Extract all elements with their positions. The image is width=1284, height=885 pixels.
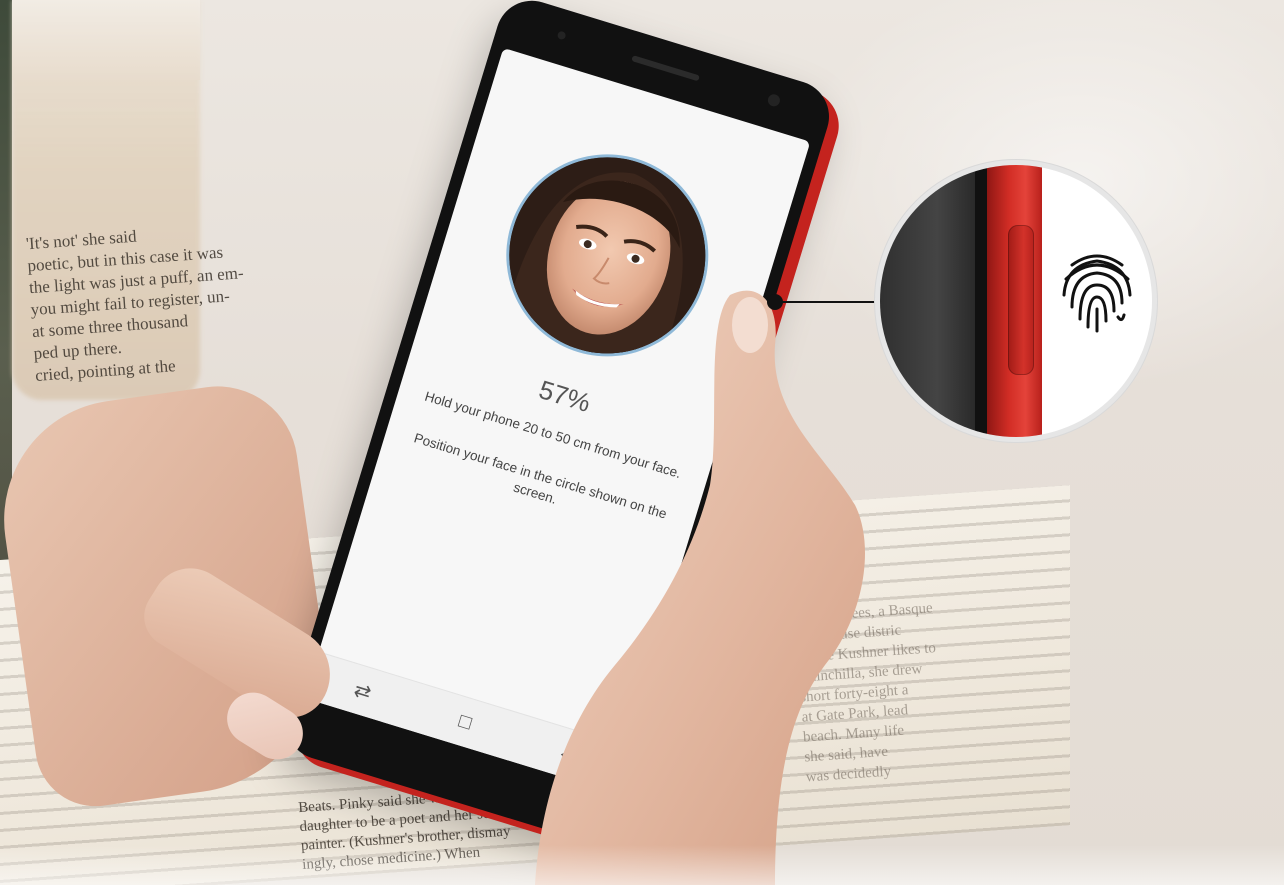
right-hand <box>535 290 865 885</box>
fingerprint-sensor-zoom <box>880 165 1152 437</box>
photo-background: 'It's not' she said poetic, but in this … <box>0 0 1284 885</box>
earpiece-speaker <box>631 55 700 82</box>
callout-pointer-line <box>782 301 882 303</box>
phone-side-body <box>880 165 975 437</box>
callout-pointer-dot <box>767 294 783 310</box>
fingerprint-icon <box>1062 254 1132 333</box>
home-icon[interactable]: □ <box>443 705 488 739</box>
fingerprint-button <box>1008 225 1034 375</box>
cup-rim <box>12 0 200 80</box>
front-camera <box>766 92 782 108</box>
proximity-sensor <box>556 30 567 41</box>
recent-apps-icon[interactable]: ⇄ <box>340 673 386 709</box>
